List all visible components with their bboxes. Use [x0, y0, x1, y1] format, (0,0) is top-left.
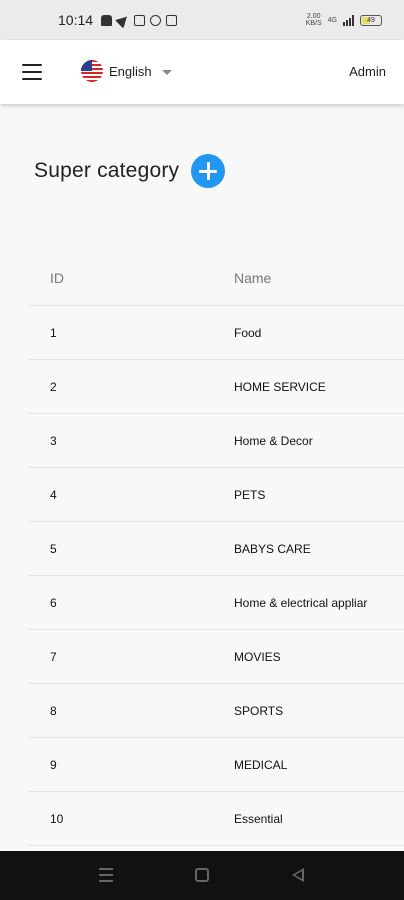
- column-header-id: ID: [50, 269, 64, 286]
- language-select[interactable]: English: [81, 58, 172, 84]
- app-bar: English Admin: [0, 40, 404, 104]
- cell-name: MEDICAL: [234, 757, 288, 772]
- cell-name: BABYS CARE: [234, 541, 311, 556]
- page-title: Super category: [34, 159, 180, 182]
- table-row[interactable]: 7 MOVIES: [28, 630, 404, 684]
- status-notification-icons: [101, 11, 178, 29]
- cell-id: 2: [50, 379, 57, 394]
- user-menu[interactable]: Admin: [349, 64, 386, 79]
- language-label: English: [109, 63, 152, 79]
- network-speed-unit: KB/S: [305, 20, 322, 27]
- table-row[interactable]: 8 SPORTS: [28, 684, 404, 738]
- cell-id: 1: [50, 325, 57, 340]
- cell-name: Home & Decor: [234, 433, 313, 448]
- cell-name: HOME SERVICE: [234, 379, 326, 394]
- cell-name: Home & electrical appliar: [234, 595, 368, 610]
- hamburger-menu-icon[interactable]: [22, 64, 42, 80]
- super-category-table: ID Name 1 Food 2 HOME SERVICE 3 Home & Decor 4…: [28, 250, 404, 846]
- home-icon[interactable]: [195, 868, 209, 882]
- system-navigation-bar: [0, 851, 404, 900]
- table-row[interactable]: 9 MEDICAL: [28, 738, 404, 792]
- cell-name: Food: [234, 325, 262, 340]
- snapchat-notification-icon: [101, 14, 113, 26]
- us-flag-icon: [81, 60, 103, 82]
- battery-percent: 49: [367, 16, 375, 24]
- add-category-button[interactable]: [191, 154, 226, 188]
- cell-id: 7: [50, 649, 57, 664]
- chevron-down-icon: [161, 69, 172, 75]
- table-row[interactable]: 4 PETS: [28, 468, 404, 522]
- table-row[interactable]: 1 Food: [28, 306, 404, 360]
- status-time: 10:14: [58, 12, 94, 28]
- cell-id: 8: [50, 703, 57, 718]
- cell-id: 4: [50, 487, 57, 502]
- cell-name: MOVIES: [234, 649, 281, 664]
- page-heading: Super category: [34, 150, 226, 192]
- cell-id: 10: [50, 811, 64, 826]
- network-speed-value: 2.00: [306, 13, 321, 20]
- table-row[interactable]: 2 HOME SERVICE: [28, 360, 404, 414]
- table-body: 1 Food 2 HOME SERVICE 3 Home & Decor 4 PETS 5 BAB…: [28, 306, 404, 846]
- back-icon[interactable]: [292, 868, 304, 882]
- table-row[interactable]: 5 BABYS CARE: [28, 522, 404, 576]
- network-speed: 2.00 KB/S: [306, 13, 322, 27]
- table-row[interactable]: 6 Home & electrical appliar: [28, 576, 404, 630]
- battery-icon: 49: [360, 14, 382, 26]
- recents-icon[interactable]: [99, 868, 113, 882]
- network-type: 4G: [327, 16, 337, 24]
- status-bar: 10:14 2.00 KB/S 4G 49: [0, 0, 404, 40]
- table-header: ID Name: [28, 250, 404, 306]
- cell-name: Essential: [234, 811, 283, 826]
- cell-id: 6: [50, 595, 57, 610]
- column-header-name: Name: [234, 269, 272, 286]
- cell-id: 3: [50, 433, 57, 448]
- cell-id: 9: [50, 757, 57, 772]
- signal-strength-icon: [343, 14, 354, 26]
- cell-name: PETS: [234, 487, 266, 502]
- status-system-icons: 2.00 KB/S 4G 49: [306, 13, 382, 27]
- app-notification-icon: [166, 14, 178, 26]
- telegram-notification-icon: [114, 11, 132, 29]
- instagram-notification-icon: [134, 14, 146, 26]
- table-row[interactable]: 10 Essential: [28, 792, 404, 846]
- cell-name: SPORTS: [234, 703, 284, 718]
- table-row[interactable]: 3 Home & Decor: [28, 414, 404, 468]
- cell-id: 5: [50, 541, 57, 556]
- chrome-notification-icon: [150, 14, 162, 26]
